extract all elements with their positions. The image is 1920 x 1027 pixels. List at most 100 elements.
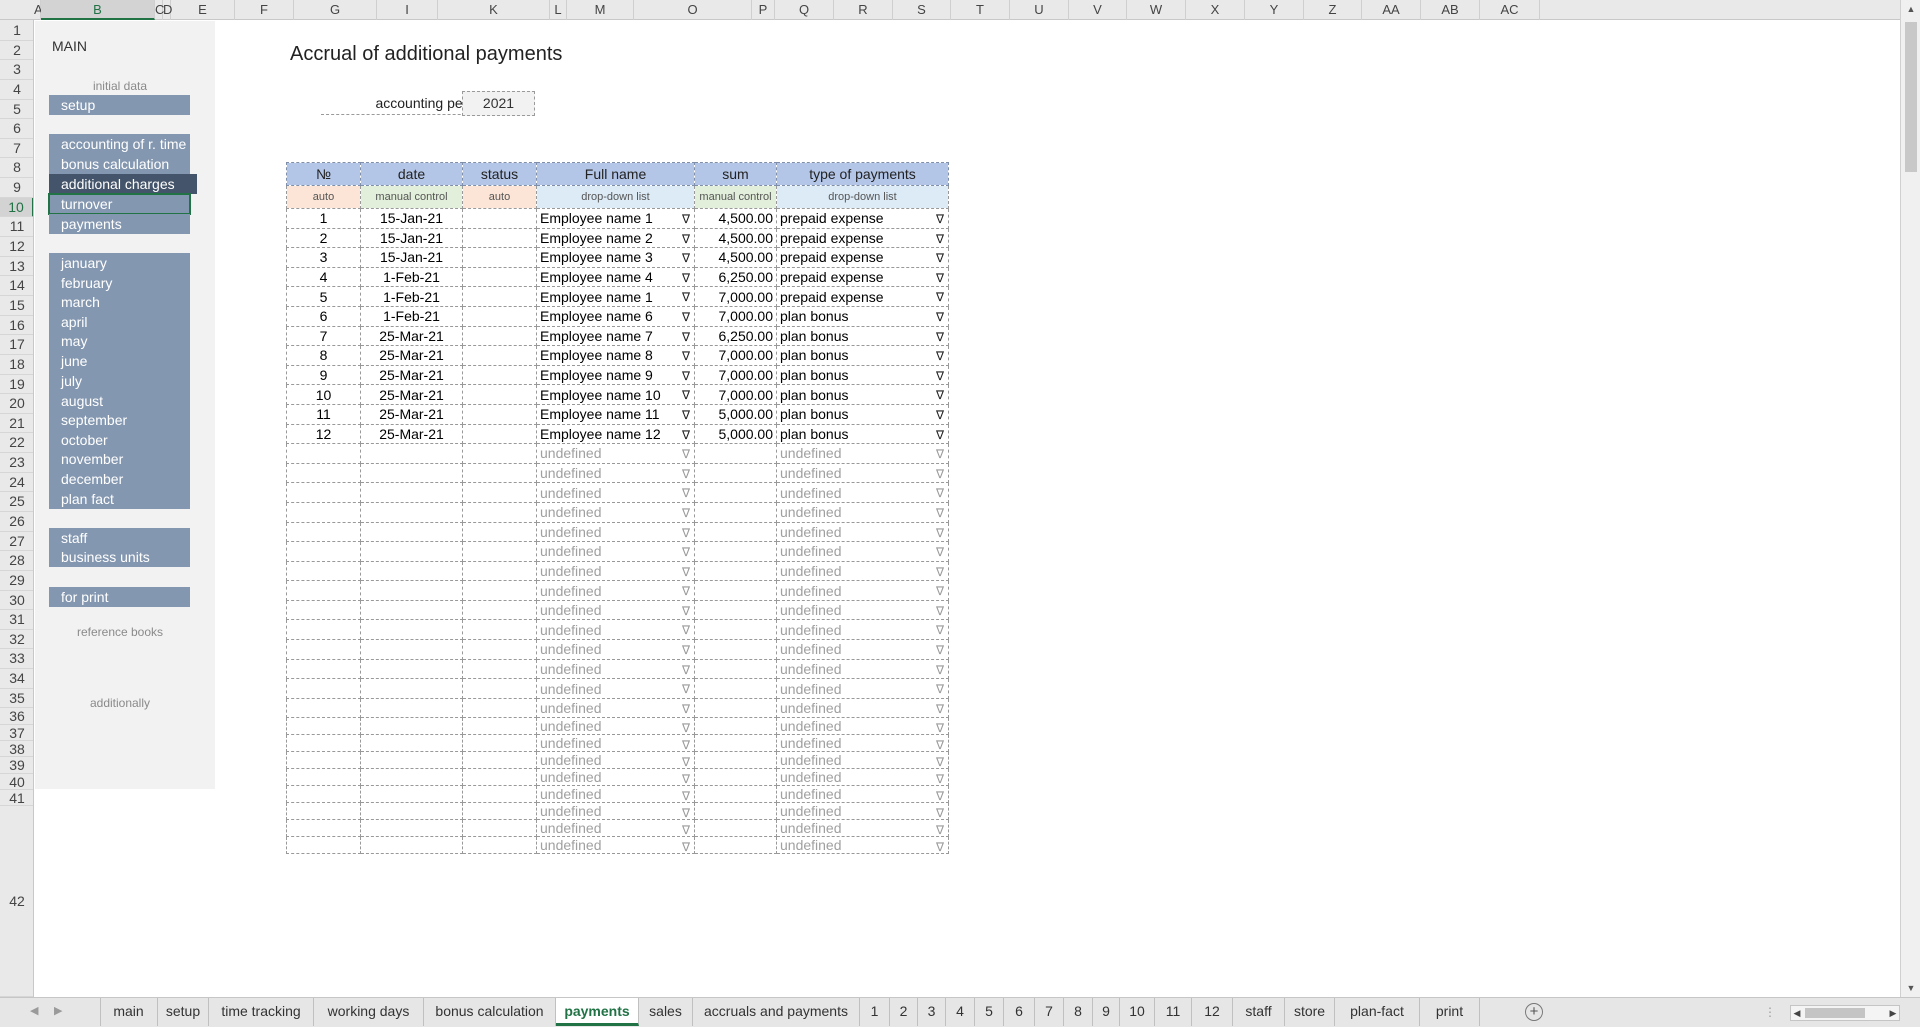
status-cell[interactable] [462,639,537,660]
dropdown-arrow-icon[interactable]: ∇ [936,486,944,500]
date-cell[interactable]: 1-Feb-21 [360,286,463,307]
dropdown-cell[interactable]: undefined ∇ [776,462,949,484]
dropdown-arrow-icon[interactable]: ∇ [936,545,944,559]
dropdown-cell[interactable]: undefined ∇ [776,639,949,660]
dropdown-arrow-icon[interactable]: ∇ [936,702,944,716]
date-cell[interactable] [360,802,463,821]
row-header-1[interactable]: 1 [0,21,33,41]
dropdown-cell[interactable]: undefined ∇ [776,560,949,582]
dropdown-arrow-icon[interactable]: ∇ [936,506,944,520]
dropdown-arrow-icon[interactable]: ∇ [936,408,944,422]
dropdown-arrow-icon[interactable]: ∇ [936,467,944,481]
row-header-38[interactable]: 38 [0,741,33,758]
dropdown-cell[interactable]: Employee name 1 ∇ [536,286,695,307]
dropdown-cell[interactable]: undefined ∇ [536,802,695,821]
status-cell[interactable] [462,521,537,543]
dropdown-arrow-icon[interactable]: ∇ [936,369,944,383]
row-header-2[interactable]: 2 [0,41,33,61]
column-header-d[interactable]: D [163,0,172,20]
dropdown-arrow-icon[interactable]: ∇ [682,702,690,716]
dropdown-cell[interactable]: Employee name 9 ∇ [536,364,695,386]
sheet-tab-4[interactable]: 4 [946,998,975,1026]
sheet-tab-12[interactable]: 12 [1192,998,1233,1026]
dropdown-cell[interactable]: undefined ∇ [536,717,695,736]
scroll-up-arrow-icon[interactable]: ▲ [1901,0,1920,18]
status-cell[interactable] [462,768,537,787]
dropdown-arrow-icon[interactable]: ∇ [682,388,690,402]
dropdown-arrow-icon[interactable]: ∇ [936,738,944,751]
dropdown-arrow-icon[interactable]: ∇ [682,467,690,481]
tab-scroll-right-icon[interactable]: ▶ [54,1004,62,1017]
dropdown-cell[interactable]: undefined ∇ [536,619,695,641]
sum-cell[interactable] [694,639,777,660]
column-header-g[interactable]: G [294,0,377,20]
dropdown-cell[interactable]: Employee name 8 ∇ [536,345,695,366]
column-header-f[interactable]: F [235,0,294,20]
row-header-23[interactable]: 23 [0,453,33,473]
sheet-tab-2[interactable]: 2 [890,998,918,1026]
row-header-19[interactable]: 19 [0,375,33,395]
status-cell[interactable] [462,443,537,464]
sum-cell[interactable]: 7,000.00 [694,345,777,366]
sheet-tab-8[interactable]: 8 [1064,998,1093,1026]
dropdown-cell[interactable]: undefined ∇ [776,697,949,719]
dropdown-cell[interactable]: plan bonus ∇ [776,345,949,366]
row-header-37[interactable]: 37 [0,725,33,741]
dropdown-cell[interactable]: undefined ∇ [776,619,949,641]
date-cell[interactable] [360,751,463,770]
dropdown-cell[interactable]: undefined ∇ [776,599,949,621]
date-cell[interactable] [360,619,463,641]
row-header-10[interactable]: 10 [0,197,33,218]
sheet-tab-plan-fact[interactable]: plan-fact [1335,998,1420,1026]
date-cell[interactable] [360,482,463,503]
row-header-35[interactable]: 35 [0,689,33,709]
row-header-30[interactable]: 30 [0,591,33,611]
more-options-icon[interactable]: ⋮ [1764,1005,1776,1019]
dropdown-arrow-icon[interactable]: ∇ [936,526,944,540]
sheet-tab-9[interactable]: 9 [1093,998,1120,1026]
tab-scroll-left-icon[interactable]: ◀ [30,1004,38,1017]
dropdown-arrow-icon[interactable]: ∇ [682,565,690,579]
dropdown-arrow-icon[interactable]: ∇ [936,623,944,637]
sum-cell[interactable] [694,599,777,621]
row-header-41[interactable]: 41 [0,790,33,807]
row-header-5[interactable]: 5 [0,100,33,120]
dropdown-cell[interactable]: plan bonus ∇ [776,384,949,405]
dropdown-arrow-icon[interactable]: ∇ [682,789,690,802]
sum-cell[interactable]: 5,000.00 [694,403,777,425]
scroll-right-arrow-icon[interactable]: ▶ [1887,1006,1899,1020]
dropdown-arrow-icon[interactable]: ∇ [936,290,944,304]
date-cell[interactable]: 25-Mar-21 [360,364,463,386]
status-cell[interactable] [462,678,537,699]
sum-cell[interactable] [694,482,777,503]
column-header-p[interactable]: P [752,0,775,20]
vertical-scrollbar[interactable]: ▲ ▼ [1900,0,1920,997]
column-header-r[interactable]: R [834,0,893,20]
sheet-tab-setup[interactable]: setup [158,998,209,1026]
dropdown-arrow-icon[interactable]: ∇ [936,232,944,246]
column-header-l[interactable]: L [550,0,567,20]
dropdown-cell[interactable]: plan bonus ∇ [776,423,949,445]
dropdown-cell[interactable]: undefined ∇ [536,443,695,464]
sheet-tab-working-days[interactable]: working days [314,998,424,1026]
row-header-20[interactable]: 20 [0,394,33,414]
dropdown-cell[interactable]: undefined ∇ [536,580,695,601]
dropdown-cell[interactable]: plan bonus ∇ [776,325,949,347]
row-header-27[interactable]: 27 [0,532,33,552]
dropdown-arrow-icon[interactable]: ∇ [936,840,944,853]
dropdown-arrow-icon[interactable]: ∇ [682,251,690,265]
dropdown-cell[interactable]: prepaid expense ∇ [776,286,949,307]
date-cell[interactable] [360,599,463,621]
row-header-3[interactable]: 3 [0,60,33,80]
dropdown-cell[interactable]: Employee name 2 ∇ [536,227,695,249]
dropdown-cell[interactable]: Employee name 4 ∇ [536,266,695,288]
row-header-16[interactable]: 16 [0,316,33,336]
row-header-34[interactable]: 34 [0,669,33,689]
row-header-18[interactable]: 18 [0,355,33,375]
dropdown-arrow-icon[interactable]: ∇ [936,388,944,402]
dropdown-cell[interactable]: undefined ∇ [536,785,695,804]
row-header-13[interactable]: 13 [0,257,33,277]
column-header-c[interactable]: C [155,0,164,20]
dropdown-cell[interactable]: undefined ∇ [536,482,695,503]
status-cell[interactable] [462,819,537,838]
